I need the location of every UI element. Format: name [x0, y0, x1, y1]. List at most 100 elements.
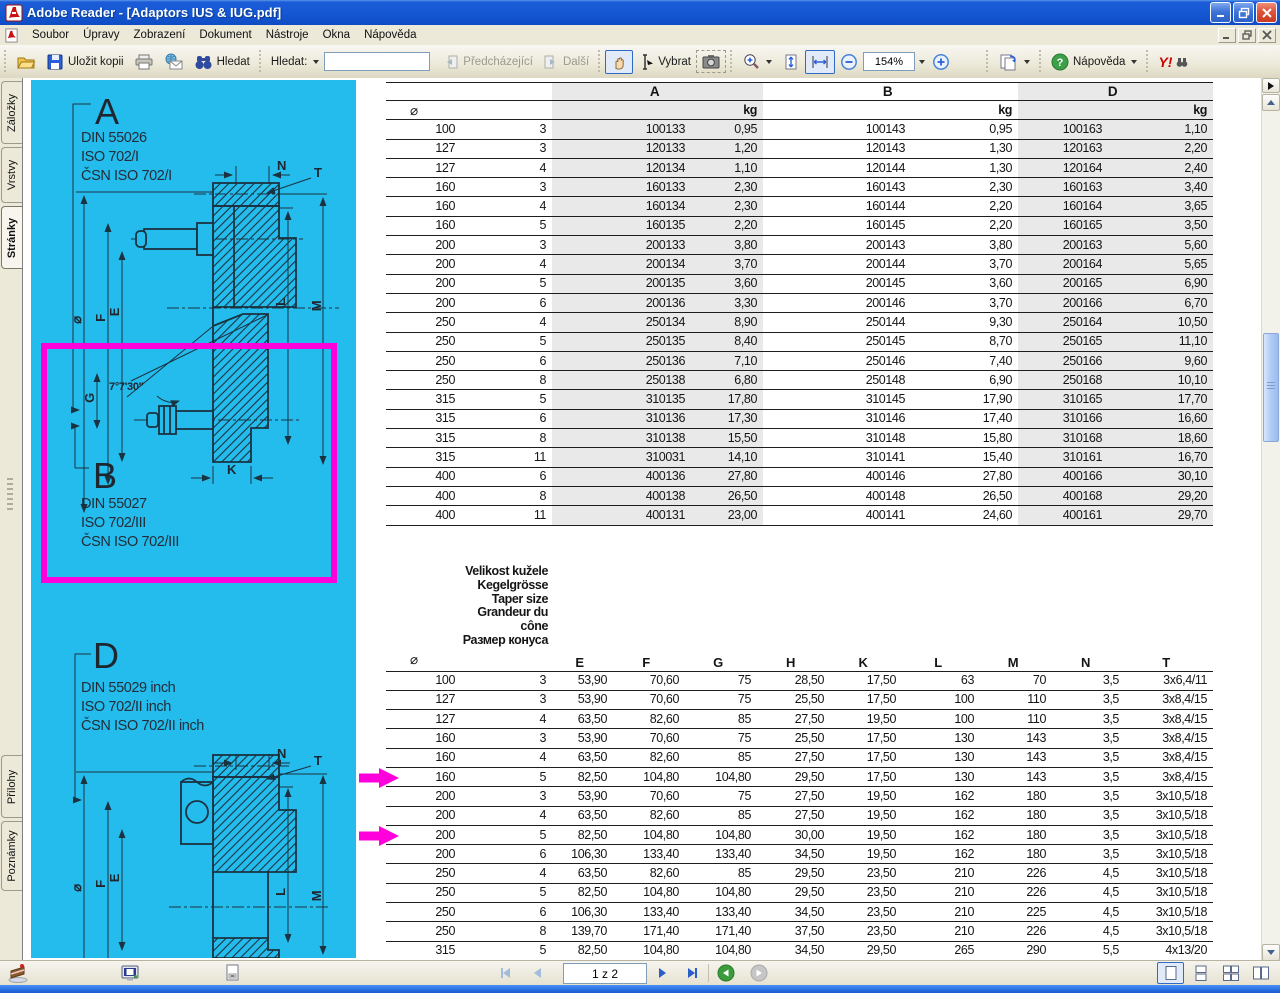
help-button[interactable]: ? Nápověda [1046, 50, 1142, 74]
sidebar-tab-záložky[interactable]: Záložky [1, 81, 22, 144]
save-copy-button[interactable]: Uložit kopii [41, 50, 129, 74]
scroll-down-button[interactable] [1262, 944, 1280, 961]
table2-cell: 3x8,4/15 [1125, 729, 1213, 748]
document-page[interactable]: A DIN 55026 ISO 702/I ČSN ISO 702/I N T … [23, 78, 1262, 961]
doc-close-button[interactable] [1258, 28, 1276, 43]
search-button[interactable]: Hledat [189, 50, 255, 74]
sidebar-tab-stránky[interactable]: Stránky [1, 206, 22, 269]
page-indicator-field[interactable]: 1 z 2 [563, 963, 647, 984]
table2-cell: 23,50 [830, 883, 902, 902]
camera-icon [701, 53, 721, 70]
menu-item[interactable]: Okna [316, 27, 358, 43]
menu-item[interactable]: Nápověda [357, 27, 423, 43]
table1-cell: 250164 [1018, 313, 1108, 332]
title-bar[interactable]: Adobe Reader - [Adaptors IUS & IUG.pdf] [0, 0, 1280, 25]
scroll-up-button[interactable] [1262, 94, 1280, 111]
yahoo-toolbar-button[interactable]: Y! [1153, 51, 1193, 73]
menu-item[interactable]: Dokument [192, 27, 258, 43]
single-page-mode-button[interactable] [1157, 962, 1184, 984]
table2-row: 250582,50104,80104,8029,5023,502102264,5… [386, 883, 1213, 902]
table2-cell: 3,5 [1052, 825, 1125, 844]
pane-resize-grip[interactable] [7, 478, 13, 512]
find-input[interactable] [324, 52, 430, 71]
zoom-tool-button[interactable] [737, 50, 777, 74]
sidebar-tab-poznámky[interactable]: Poznámky [1, 821, 22, 891]
table1-cell: 400138 [552, 486, 691, 505]
scrollbar-thumb[interactable] [1263, 333, 1279, 442]
table2-cell: 27,50 [757, 710, 830, 729]
dim-t-label: T [314, 753, 322, 768]
continuous-mode-button[interactable] [1187, 962, 1214, 984]
sidebar-tab-vrstvy[interactable]: Vrstvy [1, 147, 22, 203]
doc-minimize-button[interactable] [1218, 28, 1236, 43]
scroll-options-button[interactable] [1262, 78, 1280, 93]
toolbar-grip[interactable] [1038, 50, 1043, 74]
continuous-facing-mode-button[interactable] [1217, 962, 1244, 984]
dim-dia-label: ⌀ [69, 316, 84, 324]
find-previous-button[interactable]: Předcházející [438, 51, 538, 73]
table2-cell: 3x10,5/18 [1125, 806, 1213, 825]
zoom-level-input[interactable] [863, 52, 915, 71]
page-view-icon[interactable] [222, 963, 242, 983]
find-dropdown[interactable]: Hledat: [266, 53, 324, 71]
menu-item[interactable]: Úpravy [76, 27, 126, 43]
open-button[interactable] [11, 50, 41, 74]
fullscreen-monitor-icon[interactable] [120, 963, 140, 983]
last-page-button[interactable] [678, 962, 706, 984]
table1-cell: 3,65 [1108, 197, 1213, 216]
next-view-button[interactable] [745, 962, 773, 984]
table1-cell: 400148 [763, 486, 911, 505]
table1-cell: 200 [386, 293, 461, 312]
table2-cell: 6 [461, 903, 552, 922]
toolbar-grip[interactable] [597, 50, 602, 74]
close-button[interactable] [1256, 2, 1277, 23]
toolbar-grip[interactable] [1145, 50, 1150, 74]
toolbar-grip[interactable] [729, 50, 734, 74]
table2-cell: 100 [902, 690, 980, 709]
table2-cell: 19,50 [830, 710, 902, 729]
fit-width-icon [810, 53, 830, 71]
toolbar-grip[interactable] [3, 50, 8, 74]
doc-restore-button[interactable] [1238, 28, 1256, 43]
next-page-button[interactable] [648, 962, 676, 984]
facing-mode-button[interactable] [1247, 962, 1274, 984]
previous-page-icon [530, 965, 546, 981]
previous-page-button[interactable] [524, 962, 552, 984]
table2-cell: 6 [461, 845, 552, 864]
table1-cell: 200163 [1018, 236, 1108, 255]
table2-row: 2506106,30133,40133,4034,5023,502102254,… [386, 903, 1213, 922]
fit-page-button[interactable] [777, 50, 805, 74]
hand-icon [610, 53, 628, 71]
zoom-level-dropdown[interactable] [915, 57, 927, 67]
status-bar: 1 z 2 [0, 960, 1280, 985]
print-button[interactable] [129, 50, 159, 74]
table2-cell: 4,5 [1052, 864, 1125, 883]
zoom-in-button[interactable] [927, 50, 955, 74]
minimize-button[interactable] [1210, 2, 1231, 23]
table2-row: 100353,9070,607528,5017,5063703,53x6,4/1… [386, 671, 1213, 690]
fit-width-button[interactable] [805, 50, 835, 74]
table2-cell: 104,80 [685, 941, 757, 960]
first-page-button[interactable] [492, 962, 520, 984]
email-button[interactable] [159, 50, 189, 74]
vertical-scrollbar[interactable] [1261, 78, 1280, 961]
standard-line: ČSN ISO 702/II inch [81, 717, 204, 734]
table2-letters-row: ⌀EFGHKLMNT [386, 648, 1213, 671]
menu-item[interactable]: Zobrazení [127, 27, 193, 43]
toolbar-grip[interactable] [985, 50, 990, 74]
select-tool-button[interactable]: Vybrat [633, 50, 696, 74]
find-next-button[interactable]: Další [538, 51, 594, 73]
previous-view-button[interactable] [712, 962, 740, 984]
sidebar-tab-přílohy[interactable]: Přílohy [1, 755, 22, 818]
toolbar-grip[interactable] [258, 50, 263, 74]
snapshot-tool-button[interactable] [696, 50, 726, 73]
page-layout-button[interactable] [993, 50, 1035, 74]
menu-item[interactable]: Nástroje [259, 27, 316, 43]
table1-cell: 310138 [552, 429, 691, 448]
zoom-out-button[interactable] [835, 50, 863, 74]
hand-tool-button[interactable] [605, 50, 633, 74]
table1-unit-header-row: ⌀ kg kg kg [386, 101, 1213, 120]
menu-item[interactable]: Soubor [25, 27, 76, 43]
table2-cell: 3x10,5/18 [1125, 825, 1213, 844]
restore-button[interactable] [1233, 2, 1254, 23]
